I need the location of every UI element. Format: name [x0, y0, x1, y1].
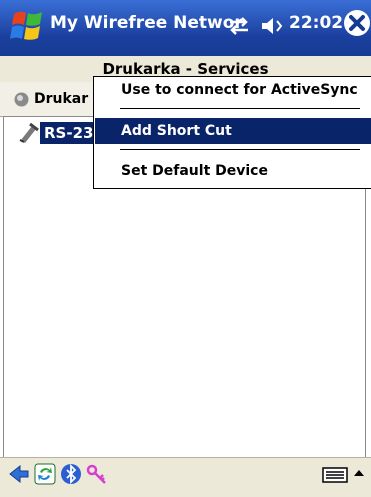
menu-item-activesync[interactable]: Use to connect for ActiveSync: [95, 77, 371, 103]
windows-start-icon[interactable]: [10, 8, 46, 48]
input-menu-arrow-icon[interactable]: [352, 463, 366, 485]
menu-item-set-default[interactable]: Set Default Device: [95, 158, 371, 184]
close-icon[interactable]: [343, 9, 371, 37]
volume-icon[interactable]: [260, 14, 286, 38]
list-item[interactable]: RS-23: [18, 120, 98, 146]
refresh-icon[interactable]: [34, 463, 56, 485]
connectivity-icon[interactable]: [226, 14, 252, 38]
back-arrow-icon[interactable]: [8, 463, 30, 485]
context-menu: Use to connect for ActiveSync Add Short …: [93, 76, 371, 189]
clock[interactable]: 22:02: [289, 13, 343, 33]
device-name: Drukar: [34, 91, 89, 107]
serial-port-icon: [19, 122, 39, 143]
list-item-label: RS-23: [40, 122, 98, 144]
keyboard-icon[interactable]: [322, 463, 348, 485]
menu-item-add-shortcut[interactable]: Add Short Cut: [95, 118, 371, 144]
menu-separator: [120, 149, 360, 150]
bluetooth-icon[interactable]: [60, 463, 82, 485]
app-title: My Wirefree Networ: [50, 13, 243, 33]
menu-separator: [120, 108, 360, 109]
device-status-icon: [14, 92, 29, 107]
key-icon[interactable]: [86, 463, 108, 485]
